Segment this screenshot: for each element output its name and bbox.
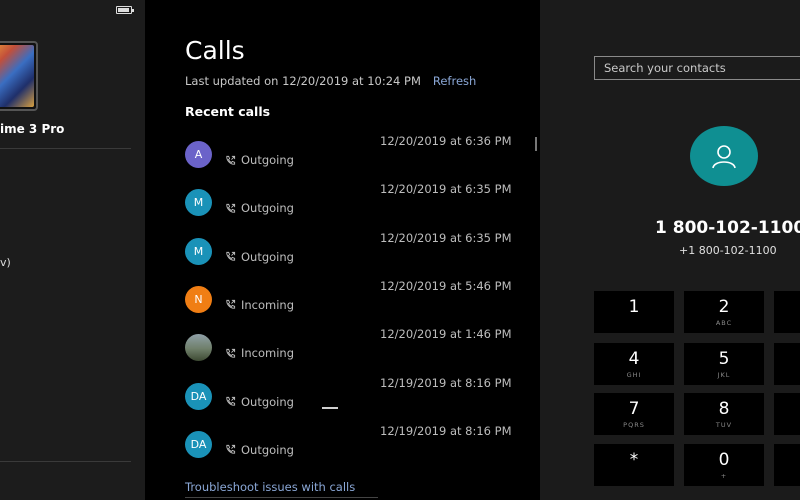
device-name: ime 3 Pro bbox=[0, 122, 65, 136]
key-letters: PQRS bbox=[623, 420, 645, 429]
call-type: Incoming bbox=[225, 346, 294, 360]
call-type: Incoming bbox=[225, 298, 294, 312]
dialed-number-formatted: +1 800-102-1100 bbox=[679, 244, 777, 257]
device-sidebar: ime 3 Pro v) bbox=[0, 0, 145, 500]
keypad-key[interactable]: 8 TUV bbox=[684, 393, 764, 435]
call-time: 12/19/2019 at 8:16 PM bbox=[380, 375, 512, 390]
call-type-label: Outgoing bbox=[241, 442, 294, 457]
keypad-key[interactable]: 2 ABC bbox=[684, 291, 764, 333]
call-time: 12/20/2019 at 6:35 PM bbox=[380, 182, 512, 197]
call-time: 12/20/2019 at 6:36 PM bbox=[380, 134, 512, 148]
link-underline bbox=[185, 497, 378, 498]
incoming-call-icon bbox=[226, 300, 236, 310]
call-type: Outgoing bbox=[225, 250, 294, 264]
call-type: Outgoing bbox=[225, 443, 294, 457]
keypad-key[interactable]: 0 + bbox=[684, 444, 764, 486]
minimize-dash bbox=[322, 407, 338, 409]
call-row[interactable]: DA Outgoing 12/19/2019 at 8:16 PM bbox=[185, 424, 512, 479]
key-letters: + bbox=[720, 471, 728, 480]
contact-avatar: M bbox=[185, 189, 212, 217]
key-letters: ABC bbox=[715, 318, 733, 327]
call-time: 12/20/2019 at 5:46 PM bbox=[380, 278, 512, 293]
recent-calls-heading: Recent calls bbox=[185, 104, 271, 119]
key-digit: 1 bbox=[628, 296, 640, 317]
keypad-key[interactable]: 5 JKL bbox=[684, 343, 764, 385]
troubleshoot-link[interactable]: Troubleshoot issues with calls bbox=[185, 480, 355, 494]
outgoing-call-icon bbox=[226, 203, 236, 213]
sidebar-divider bbox=[0, 148, 131, 149]
device-thumbnail bbox=[0, 41, 38, 111]
call-type-label: Incoming bbox=[241, 297, 295, 312]
contact-avatar bbox=[690, 126, 758, 186]
search-contacts-input[interactable] bbox=[594, 56, 800, 80]
contact-avatar: DA bbox=[185, 382, 212, 410]
call-type: Outgoing bbox=[225, 201, 294, 215]
last-updated: Last updated on 12/20/2019 at 10:24 PM Re… bbox=[185, 74, 476, 88]
key-digit: 8 bbox=[718, 398, 730, 419]
person-icon bbox=[712, 145, 736, 169]
calls-panel: Calls Last updated on 12/20/2019 at 10:2… bbox=[145, 0, 540, 500]
contact-avatar: DA bbox=[185, 430, 212, 458]
incoming-call-icon bbox=[226, 348, 236, 358]
call-type: Outgoing bbox=[225, 395, 294, 409]
outgoing-call-icon bbox=[226, 155, 236, 165]
refresh-link[interactable]: Refresh bbox=[433, 74, 476, 88]
key-digit: 2 bbox=[718, 296, 730, 317]
outgoing-call-icon bbox=[226, 252, 236, 261]
call-type-label: Outgoing bbox=[241, 153, 294, 167]
key-letters: TUV bbox=[715, 420, 733, 429]
contact-avatar: M bbox=[185, 237, 212, 265]
sidebar-divider bbox=[0, 461, 131, 462]
keypad-key[interactable] bbox=[774, 343, 800, 385]
keypad-key[interactable] bbox=[774, 291, 800, 333]
key-letters: GHI bbox=[626, 370, 642, 379]
keypad-key[interactable]: * bbox=[594, 444, 674, 486]
call-time: 12/19/2019 at 8:16 PM bbox=[380, 423, 512, 438]
key-letters: JKL bbox=[717, 370, 731, 379]
contact-avatar: N bbox=[185, 285, 212, 313]
keypad-key[interactable]: 7 PQRS bbox=[594, 393, 674, 435]
key-digit: * bbox=[629, 449, 639, 470]
call-time: 12/20/2019 at 1:46 PM bbox=[380, 327, 512, 342]
call-type-label: Incoming bbox=[241, 346, 295, 361]
keypad-key[interactable] bbox=[774, 444, 800, 486]
call-type-label: Outgoing bbox=[241, 201, 294, 216]
contact-avatar bbox=[185, 334, 212, 362]
keypad-key[interactable]: 4 GHI bbox=[594, 343, 674, 385]
keypad-key[interactable]: 1 bbox=[594, 291, 674, 333]
battery-icon bbox=[116, 6, 134, 14]
call-time: 12/20/2019 at 6:35 PM bbox=[380, 230, 512, 245]
dialed-number: 1 800-102-1100 bbox=[655, 218, 800, 238]
page-title: Calls bbox=[185, 36, 245, 65]
key-digit: 5 bbox=[718, 348, 730, 369]
contact-avatar: A bbox=[185, 141, 212, 168]
call-type-label: Outgoing bbox=[241, 394, 294, 409]
call-type: Outgoing bbox=[225, 153, 294, 167]
keypad-key[interactable] bbox=[774, 393, 800, 435]
outgoing-call-icon bbox=[226, 396, 236, 406]
key-digit: 0 bbox=[718, 449, 730, 470]
key-digit: 7 bbox=[628, 398, 640, 419]
scrollbar[interactable] bbox=[535, 137, 537, 151]
sidebar-text-fragment: v) bbox=[0, 256, 11, 269]
dialer-panel: 1 800-102-1100 +1 800-102-1100 12ABC4GHI… bbox=[540, 0, 800, 500]
call-type-label: Outgoing bbox=[241, 249, 294, 264]
key-digit: 4 bbox=[628, 348, 640, 369]
outgoing-call-icon bbox=[226, 445, 236, 454]
last-updated-text: Last updated on 12/20/2019 at 10:24 PM bbox=[185, 74, 421, 88]
